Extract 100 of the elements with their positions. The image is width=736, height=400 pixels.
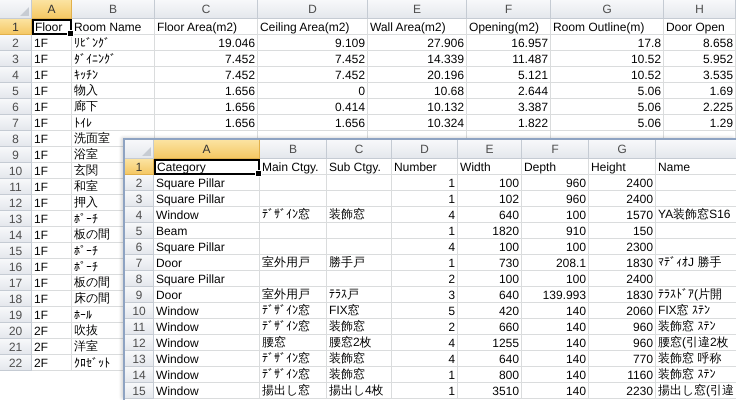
row-header[interactable]: 10	[0, 163, 32, 179]
table-cell: FIX窓	[327, 303, 392, 319]
table-cell: 1F	[32, 195, 72, 211]
row-header[interactable]: 5	[0, 83, 32, 99]
row-header[interactable]: 11	[0, 179, 32, 195]
row-header[interactable]: 3	[0, 51, 32, 67]
column-header[interactable]: H	[664, 0, 736, 19]
table-cell: ｷｯﾁﾝ	[72, 67, 155, 83]
table-cell: 3	[392, 287, 458, 303]
table-cell: 660	[458, 319, 522, 335]
column-header[interactable]: C	[155, 0, 258, 19]
table-cell: 2060	[589, 303, 656, 319]
table-cell: 2400	[589, 191, 656, 207]
row-header[interactable]: 16	[0, 259, 32, 275]
table-cell: 100	[522, 207, 589, 223]
column-header[interactable]: F	[522, 140, 589, 159]
table-cell: 14.339	[368, 51, 467, 67]
row-header[interactable]: 19	[0, 307, 32, 323]
row-header[interactable]: 12	[0, 195, 32, 211]
table-cell: 2230	[589, 383, 656, 399]
select-all-icon[interactable]	[142, 147, 151, 156]
row-header[interactable]: 11	[125, 319, 154, 335]
row-header[interactable]: 10	[125, 303, 154, 319]
column-header[interactable]: D	[392, 140, 458, 159]
row-header[interactable]: 9	[0, 147, 32, 163]
table-cell: 1.656	[155, 99, 258, 115]
table-cell: 7.452	[258, 67, 368, 83]
row-header[interactable]: 14	[0, 227, 32, 243]
row-header[interactable]: 5	[125, 223, 154, 239]
table-cell: 1F	[32, 131, 72, 147]
row-header[interactable]: 20	[0, 323, 32, 339]
table-cell: 1	[392, 223, 458, 239]
row-header[interactable]: 21	[0, 339, 32, 355]
table-cell: 1F	[32, 115, 72, 131]
row-header[interactable]: 18	[0, 291, 32, 307]
select-all-icon[interactable]	[20, 7, 29, 16]
table-cell: 640	[458, 207, 522, 223]
row-header[interactable]: 1	[125, 159, 154, 175]
fill-handle[interactable]	[255, 170, 262, 177]
table-cell: 640	[458, 287, 522, 303]
table-cell: 装飾窓	[327, 207, 392, 223]
row-header[interactable]: 7	[0, 115, 32, 131]
row-header[interactable]: 3	[125, 191, 154, 207]
row-header[interactable]: 8	[125, 271, 154, 287]
column-header[interactable]: A	[154, 140, 260, 159]
table-cell: 1F	[32, 83, 72, 99]
table-cell: 廊下	[72, 99, 155, 115]
column-header[interactable]: B	[72, 0, 155, 19]
fill-handle[interactable]	[67, 30, 74, 37]
row-header[interactable]: 2	[125, 175, 154, 191]
row-header[interactable]: 1	[0, 19, 32, 35]
table-cell: 16.957	[467, 35, 551, 51]
row-header[interactable]: 15	[125, 383, 154, 399]
table-cell: ﾃﾗｽ戸	[327, 287, 392, 303]
row-header[interactable]: 8	[0, 131, 32, 147]
table-cell: 5.06	[551, 83, 664, 99]
table-cell: 装飾窓 呼称	[656, 351, 736, 367]
empty-cell	[260, 191, 327, 207]
column-title-cell: Number	[392, 159, 458, 175]
table-cell: 1.69	[664, 83, 736, 99]
row-header[interactable]: 7	[125, 255, 154, 271]
table-cell: Square Pillar	[154, 271, 260, 287]
row-header[interactable]: 4	[0, 67, 32, 83]
row-header[interactable]: 4	[125, 207, 154, 223]
row-header[interactable]: 12	[125, 335, 154, 351]
row-header[interactable]: 9	[125, 287, 154, 303]
column-header[interactable]: G	[589, 140, 656, 159]
table-cell: 730	[458, 255, 522, 271]
table-cell: 8.658	[664, 35, 736, 51]
table-cell: 1	[392, 191, 458, 207]
table-cell: 装飾窓 ｽﾃﾝ	[656, 367, 736, 383]
column-header[interactable]: A	[32, 0, 72, 19]
row-header[interactable]: 15	[0, 243, 32, 259]
row-header[interactable]: 2	[0, 35, 32, 51]
table-cell: 5.06	[551, 99, 664, 115]
row-header[interactable]: 13	[125, 351, 154, 367]
column-title-cell: Wall Area(m2)	[368, 19, 467, 35]
row-header[interactable]: 14	[125, 367, 154, 383]
column-header[interactable]: E	[368, 0, 467, 19]
table-cell: ﾏﾃﾞｨｵJ 勝手	[656, 255, 736, 271]
column-title-cell: Opening(m2)	[467, 19, 551, 35]
table-cell: 102	[458, 191, 522, 207]
column-header[interactable]: C	[327, 140, 392, 159]
row-header[interactable]: 17	[0, 275, 32, 291]
table-cell: 19.046	[155, 35, 258, 51]
column-header[interactable]	[656, 140, 736, 159]
column-header[interactable]: D	[258, 0, 368, 19]
row-header[interactable]: 6	[125, 239, 154, 255]
column-header[interactable]: G	[551, 0, 664, 19]
table-cell: 960	[589, 319, 656, 335]
column-header[interactable]: E	[458, 140, 522, 159]
column-header[interactable]: F	[467, 0, 551, 19]
table-cell: 10.68	[368, 83, 467, 99]
row-header[interactable]: 22	[0, 355, 32, 371]
row-header[interactable]: 13	[0, 211, 32, 227]
column-header[interactable]: B	[260, 140, 327, 159]
table-cell: 1F	[32, 179, 72, 195]
table-cell: ﾃﾞｻﾞｲﾝ窓	[260, 367, 327, 383]
table-cell: 1	[392, 367, 458, 383]
row-header[interactable]: 6	[0, 99, 32, 115]
